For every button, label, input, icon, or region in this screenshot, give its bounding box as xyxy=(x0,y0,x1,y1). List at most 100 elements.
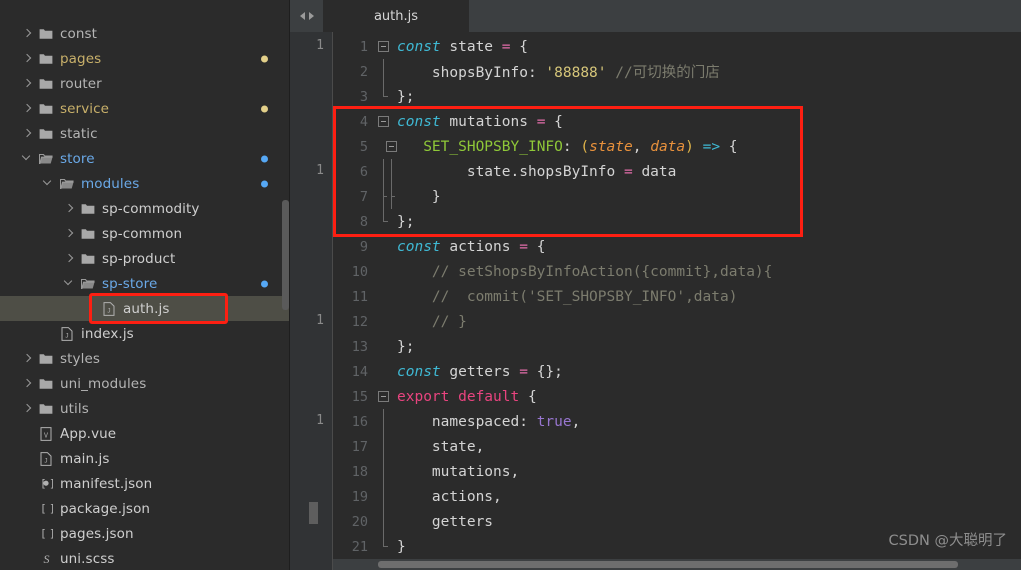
code-folding-marker[interactable] xyxy=(375,459,395,484)
code-folding-marker[interactable] xyxy=(375,484,395,509)
code-folding-marker[interactable] xyxy=(375,409,395,434)
code-line[interactable]: 13}; xyxy=(333,334,1021,359)
tree-item-sp-common[interactable]: sp-common xyxy=(0,221,290,246)
annotation-gutter[interactable]: 1 1 1 1 xyxy=(290,32,333,570)
chevron-right-icon[interactable] xyxy=(22,53,33,64)
tree-item-service[interactable]: service xyxy=(0,96,290,121)
gutter-change-marker[interactable]: 1 xyxy=(316,313,324,328)
tree-item-pages[interactable]: pages xyxy=(0,46,290,71)
fold-collapse-icon[interactable] xyxy=(378,391,389,402)
code-line[interactable]: 15 export default { xyxy=(333,384,1021,409)
line-number: 19 xyxy=(351,488,368,505)
code-line[interactable]: 19 actions, xyxy=(333,484,1021,509)
code-text: // } xyxy=(395,314,467,330)
fold-collapse-icon[interactable] xyxy=(378,41,389,52)
tree-item-uni-modules[interactable]: uni_modules xyxy=(0,371,290,396)
code-token: state xyxy=(589,138,633,155)
code-line[interactable]: 7 } xyxy=(333,184,1021,209)
folder-icon xyxy=(79,278,97,290)
code-line[interactable]: 9 const actions = { xyxy=(333,234,1021,259)
code-line[interactable]: 2 shopsByInfo: '88888' //可切换的门店 xyxy=(333,59,1021,84)
tree-item-utils[interactable]: utils xyxy=(0,396,290,421)
chevron-right-icon[interactable] xyxy=(64,203,75,214)
code-line[interactable]: 1 const state = { xyxy=(333,34,1021,59)
tree-item-package-json[interactable]: [] package.json xyxy=(0,496,290,521)
chevron-right-icon[interactable] xyxy=(22,128,33,139)
tree-item-sp-store[interactable]: sp-store xyxy=(0,271,290,296)
chevron-down-icon[interactable] xyxy=(22,153,33,164)
gutter-change-marker[interactable]: 1 xyxy=(316,163,324,178)
code-text: // commit('SET_SHOPSBY_INFO',data) xyxy=(395,289,738,305)
code-line[interactable]: 12 // } xyxy=(333,309,1021,334)
fold-collapse-icon[interactable] xyxy=(378,116,389,127)
code-folding-marker[interactable] xyxy=(375,109,395,134)
code-line[interactable]: 17 state, xyxy=(333,434,1021,459)
fold-collapse-icon[interactable] xyxy=(386,141,397,152)
code-folding-marker[interactable] xyxy=(375,434,395,459)
sidebar-scrollbar[interactable] xyxy=(281,0,290,570)
tree-item-sp-product[interactable]: sp-product xyxy=(0,246,290,271)
tree-item-label: uni_modules xyxy=(60,375,147,392)
code-line[interactable]: 4 const mutations = { xyxy=(333,109,1021,134)
code-line[interactable]: 18 mutations, xyxy=(333,459,1021,484)
horizontal-scrollbar-thumb[interactable] xyxy=(378,561,958,568)
chevron-right-icon[interactable] xyxy=(64,253,75,264)
horizontal-scrollbar[interactable] xyxy=(333,559,1021,570)
code-folding-marker[interactable] xyxy=(375,384,395,409)
code-folding-marker[interactable] xyxy=(375,534,395,559)
tree-item-static[interactable]: static xyxy=(0,121,290,146)
chevron-right-icon[interactable] xyxy=(22,78,33,89)
chevron-right-icon[interactable] xyxy=(22,378,33,389)
tree-item-manifest-json[interactable]: [] manifest.json xyxy=(0,471,290,496)
chevron-down-icon[interactable] xyxy=(43,178,54,189)
tree-item-pages-json[interactable]: [] pages.json xyxy=(0,521,290,546)
chevron-left-icon[interactable] xyxy=(299,12,305,20)
tree-item-modules[interactable]: modules xyxy=(0,171,290,196)
code-line[interactable]: 5 SET_SHOPSBY_INFO: (state, data) => { xyxy=(333,134,1021,159)
code-line[interactable]: 6 state.shopsByInfo = data xyxy=(333,159,1021,184)
tree-item-sp-commodity[interactable]: sp-commodity xyxy=(0,196,290,221)
tree-item-uni-scss[interactable]: Suni.scss xyxy=(0,546,290,570)
chevron-right-icon[interactable] xyxy=(22,103,33,114)
vcs-status-dot xyxy=(261,155,268,162)
tree-item-styles[interactable]: styles xyxy=(0,346,290,371)
chevron-right-icon[interactable] xyxy=(308,12,314,20)
tree-item-auth-js[interactable]: Jauth.js xyxy=(0,296,290,321)
code-line[interactable]: 8}; xyxy=(333,209,1021,234)
chevron-right-icon[interactable] xyxy=(22,353,33,364)
code-folding-marker[interactable] xyxy=(375,159,395,184)
tree-item-router[interactable]: router xyxy=(0,71,290,96)
code-line[interactable]: 10 // setShopsByInfoAction({commit},data… xyxy=(333,259,1021,284)
code-line[interactable]: 16 namespaced: true, xyxy=(333,409,1021,434)
tree-item-index-js[interactable]: Jindex.js xyxy=(0,321,290,346)
code-line[interactable]: 14 const getters = {}; xyxy=(333,359,1021,384)
chevron-right-icon[interactable] xyxy=(22,403,33,414)
gutter-change-marker[interactable]: 1 xyxy=(316,38,324,53)
code-line[interactable]: 11 // commit('SET_SHOPSBY_INFO',data) xyxy=(333,284,1021,309)
code-folding-marker[interactable] xyxy=(375,209,395,234)
code-lines[interactable]: 1 const state = {2 shopsByInfo: '88888' /… xyxy=(333,32,1021,559)
tree-item-store[interactable]: store xyxy=(0,146,290,171)
code-line[interactable]: 3}; xyxy=(333,84,1021,109)
tab-nav-arrows[interactable] xyxy=(290,0,323,32)
code-folding-marker[interactable] xyxy=(375,184,395,209)
gutter-change-marker[interactable]: 1 xyxy=(316,413,324,428)
code-folding-marker[interactable] xyxy=(375,134,397,159)
file-tree-list[interactable]: const pages router service static store module… xyxy=(0,0,290,570)
code-folding-marker[interactable] xyxy=(375,84,395,109)
sidebar-scrollbar-thumb[interactable] xyxy=(282,200,289,310)
tab-authjs[interactable]: auth.js xyxy=(323,0,469,32)
code-folding-marker[interactable] xyxy=(375,34,395,59)
fold-guide-inner xyxy=(391,184,395,209)
tree-item-const[interactable]: const xyxy=(0,21,290,46)
chevron-right-icon[interactable] xyxy=(22,28,33,39)
chevron-right-icon[interactable] xyxy=(64,228,75,239)
project-file-tree[interactable]: const pages router service static store module… xyxy=(0,0,290,570)
code-folding-marker[interactable] xyxy=(375,509,395,534)
annotation-gutter-thumb[interactable] xyxy=(309,502,318,524)
tree-item-app-vue[interactable]: V App.vue xyxy=(0,421,290,446)
tree-item-main-js[interactable]: Jmain.js xyxy=(0,446,290,471)
chevron-down-icon[interactable] xyxy=(64,278,75,289)
code-content-area[interactable]: 1 const state = {2 shopsByInfo: '88888' /… xyxy=(333,32,1021,570)
code-folding-marker[interactable] xyxy=(375,59,395,84)
